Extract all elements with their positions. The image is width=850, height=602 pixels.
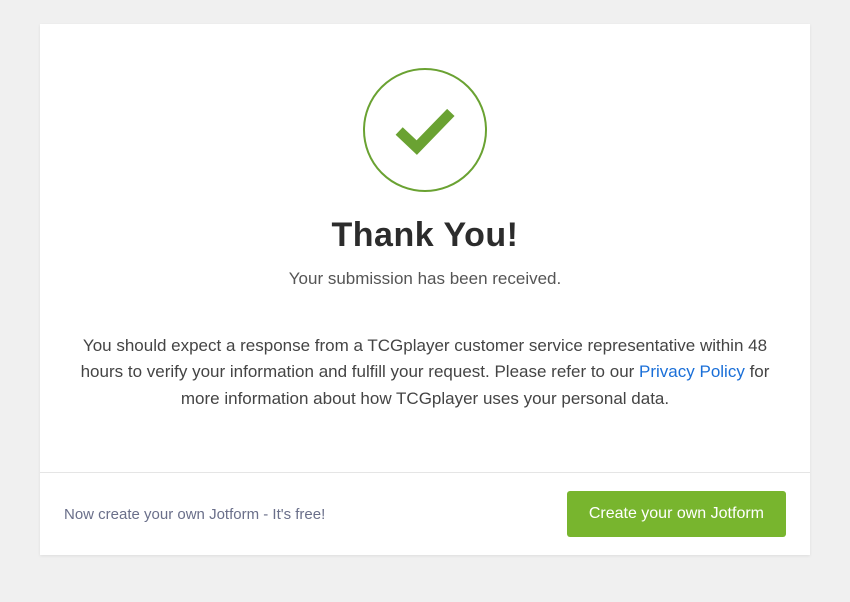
page-subtitle: Your submission has been received. — [70, 269, 780, 289]
card-footer: Now create your own Jotform - It's free!… — [40, 472, 810, 555]
create-jotform-button[interactable]: Create your own Jotform — [567, 491, 786, 537]
card-content: Thank You! Your submission has been rece… — [40, 24, 810, 472]
thank-you-card: Thank You! Your submission has been rece… — [40, 24, 810, 555]
page-title: Thank You! — [70, 216, 780, 255]
privacy-policy-link[interactable]: Privacy Policy — [639, 362, 745, 381]
body-text: You should expect a response from a TCGp… — [70, 333, 780, 412]
checkmark-icon — [394, 104, 456, 156]
icon-wrapper — [70, 68, 780, 192]
checkmark-success-icon — [363, 68, 487, 192]
footer-prompt-text: Now create your own Jotform - It's free! — [64, 506, 325, 523]
